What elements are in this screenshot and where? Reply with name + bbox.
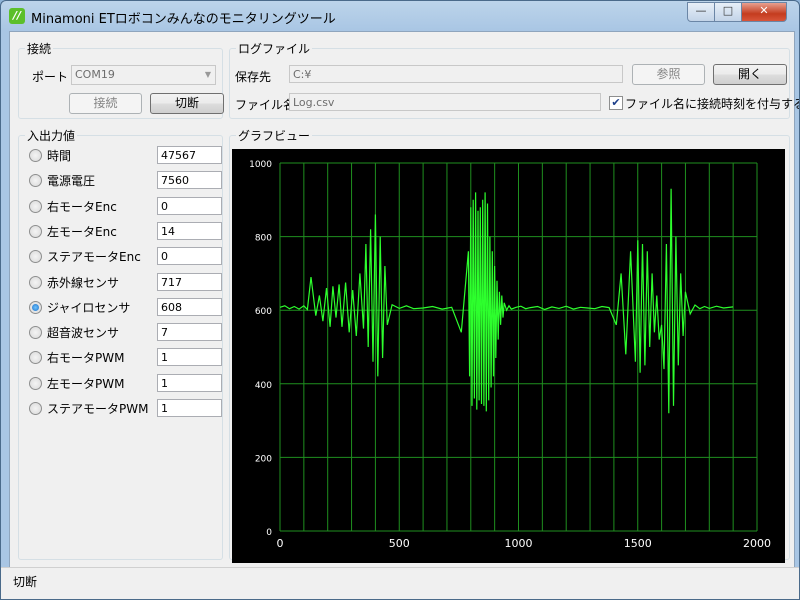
app-icon: // — [9, 8, 25, 24]
gyro-series-line — [279, 188, 734, 414]
io-value-field[interactable]: 7 — [157, 323, 222, 342]
title-bar[interactable]: // Minamoni ETロボコンみんなのモニタリングツール — □ ✕ — [1, 1, 799, 31]
logfile-group: ログファイル 保存先 C:¥ 参照 開く ファイル名 Log.csv ✔ ファイ… — [229, 40, 799, 119]
connection-group-title: 接続 — [25, 40, 54, 57]
io-value-field[interactable]: 7560 — [157, 171, 222, 190]
x-tick-label: 1500 — [624, 537, 652, 550]
io-value-field[interactable]: 608 — [157, 297, 222, 316]
y-tick-label: 800 — [255, 234, 272, 244]
io-radio[interactable] — [29, 376, 42, 390]
browse-button[interactable]: 参照 — [632, 64, 705, 85]
checkmark-icon: ✔ — [611, 96, 621, 109]
y-tick-label: 200 — [255, 454, 272, 464]
io-row: 超音波センサ 7 — [29, 323, 222, 343]
timestamp-checkbox-label: ファイル名に接続時刻を付与する — [625, 97, 800, 111]
graph-view: 0 200 400 600 800 1000 0 500 1000 1500 2000 — [232, 149, 785, 563]
gyro-chart: 0 200 400 600 800 1000 0 500 1000 1500 2000 — [249, 160, 771, 550]
io-row: 左モータEnc 14 — [29, 221, 222, 242]
open-button[interactable]: 開く — [713, 64, 787, 85]
io-value-field[interactable]: 0 — [157, 196, 222, 215]
connection-group: 接続 ポート COM19 ▼ 接続 切断 — [18, 40, 224, 119]
timestamp-checkbox[interactable]: ✔ — [609, 96, 623, 110]
io-radio[interactable] — [29, 174, 42, 188]
io-row: 右モータEnc 0 — [29, 196, 222, 217]
io-radio[interactable] — [29, 300, 42, 314]
x-tick-label: 0 — [277, 537, 284, 550]
io-label[interactable]: 左モータEnc — [47, 223, 117, 240]
io-label[interactable]: 電源電圧 — [47, 172, 95, 189]
io-row: 電源電圧 7560 — [29, 171, 222, 191]
io-row: 右モータPWM 1 — [29, 348, 222, 368]
io-label[interactable]: 赤外線センサ — [47, 274, 119, 291]
graph-group-title: グラフビュー — [236, 127, 313, 144]
close-button[interactable]: ✕ — [741, 2, 787, 22]
io-value-field[interactable]: 14 — [157, 221, 222, 240]
io-row: 左モータPWM 1 — [29, 373, 222, 394]
connect-button[interactable]: 接続 — [69, 93, 142, 114]
io-value-field[interactable]: 717 — [157, 272, 222, 291]
y-tick-label: 400 — [255, 381, 272, 391]
io-radio[interactable] — [29, 250, 42, 264]
io-group: 入出力値 時間 47567 電源電圧 7560 右モータEnc 0 左モータEnc 14 ステア… — [18, 127, 223, 560]
io-row: 赤外線センサ 717 — [29, 272, 222, 293]
window-title: Minamoni ETロボコンみんなのモニタリングツール — [31, 12, 336, 27]
app-window: // Minamoni ETロボコンみんなのモニタリングツール — □ ✕ 接続… — [0, 0, 800, 600]
y-tick-label: 0 — [266, 528, 272, 538]
minimize-button[interactable]: — — [687, 2, 715, 22]
io-row: 時間 47567 — [29, 146, 222, 166]
io-row: ジャイロセンサ 608 — [29, 297, 222, 318]
io-value-field[interactable]: 47567 — [157, 146, 222, 164]
filename-field[interactable]: Log.csv — [289, 93, 601, 111]
io-row: ステアモータEnc 0 — [29, 247, 222, 267]
save-dir-field[interactable]: C:¥ — [289, 65, 623, 83]
io-value-field[interactable]: 1 — [157, 348, 222, 367]
status-text: 切断 — [13, 575, 38, 589]
io-label[interactable]: ジャイロセンサ — [47, 299, 130, 316]
io-radio[interactable] — [29, 326, 42, 340]
x-tick-label: 500 — [389, 537, 410, 550]
io-value-field[interactable]: 0 — [157, 247, 222, 266]
io-label[interactable]: 時間 — [47, 147, 71, 164]
disconnect-button[interactable]: 切断 — [150, 93, 224, 114]
io-value-field[interactable]: 1 — [157, 373, 222, 392]
io-group-title: 入出力値 — [25, 127, 78, 144]
x-tick-label: 2000 — [743, 537, 771, 550]
status-bar: 切断 — [1, 567, 799, 599]
y-tick-label: 1000 — [249, 160, 272, 170]
x-tick-label: 1000 — [505, 537, 533, 550]
io-radio[interactable] — [29, 224, 42, 238]
io-label[interactable]: 左モータPWM — [47, 375, 124, 392]
chevron-down-icon: ▼ — [204, 70, 211, 79]
io-radio[interactable] — [29, 199, 42, 213]
io-label[interactable]: ステアモータEnc — [47, 248, 141, 265]
filename-label: ファイル名 — [235, 98, 296, 112]
y-tick-label: 600 — [255, 307, 272, 317]
logfile-group-title: ログファイル — [236, 40, 313, 57]
io-label[interactable]: 右モータEnc — [47, 198, 117, 215]
io-radio[interactable] — [29, 351, 42, 365]
io-radio[interactable] — [29, 275, 42, 289]
io-value-field[interactable]: 1 — [157, 399, 222, 417]
port-select[interactable]: COM19 ▼ — [71, 65, 216, 85]
io-label[interactable]: ステアモータPWM — [47, 400, 148, 417]
maximize-button[interactable]: □ — [714, 2, 742, 22]
io-radio[interactable] — [29, 402, 42, 415]
save-dir-label: 保存先 — [235, 70, 272, 84]
io-label[interactable]: 超音波センサ — [47, 324, 119, 341]
io-label[interactable]: 右モータPWM — [47, 349, 124, 366]
client-area: 接続 ポート COM19 ▼ 接続 切断 ログファイル 保存先 C:¥ 参照 開… — [9, 31, 799, 570]
io-radio[interactable] — [29, 149, 42, 162]
io-row: ステアモータPWM 1 — [29, 399, 222, 419]
port-label: ポート — [32, 70, 69, 84]
port-select-value: COM19 — [75, 68, 115, 81]
